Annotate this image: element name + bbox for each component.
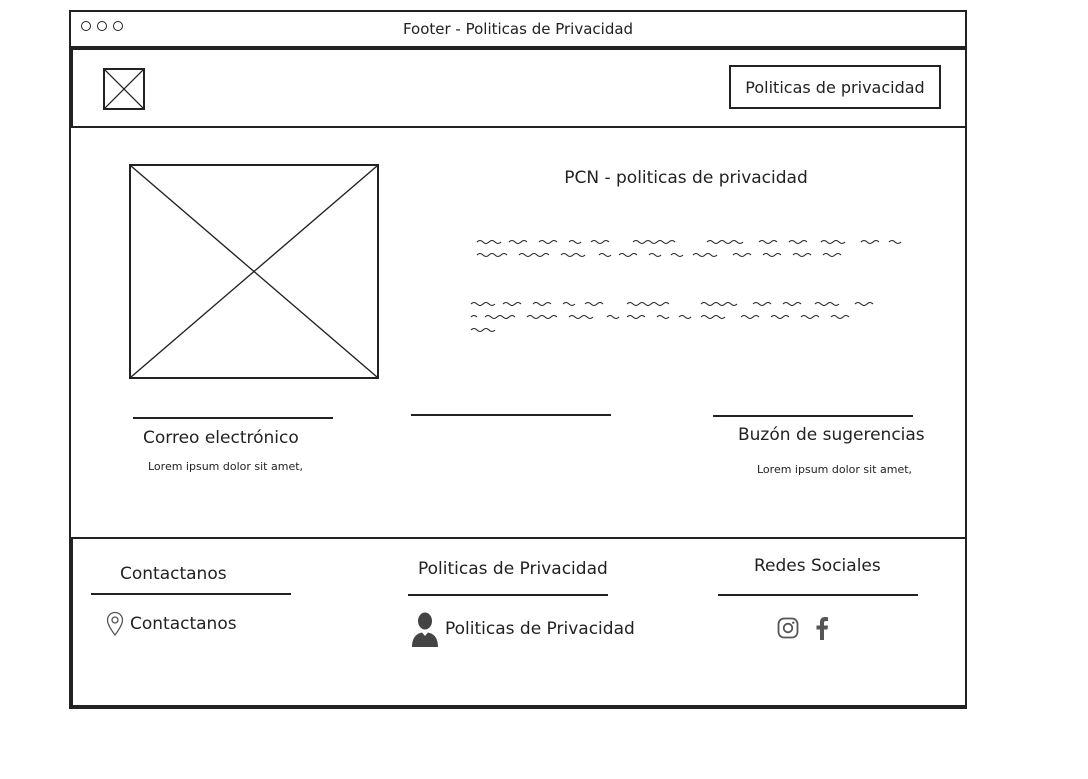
footer-divider-social [718,594,918,596]
footer-divider-contact [91,593,291,595]
paragraph-placeholder-1 [476,240,902,257]
email-text: Lorem ipsum dolor sit amet, [148,460,304,473]
contact-link-label: Contactanos [130,614,237,634]
image-placeholder [129,164,379,379]
facebook-icon[interactable] [815,616,829,644]
divider-middle [411,414,611,416]
image-placeholder-icon [131,166,377,377]
email-title: Correo electrónico [143,428,299,448]
window-title: Footer - Politicas de Privacidad [402,20,634,38]
user-icon [411,611,439,647]
privacy-link[interactable]: Politicas de Privacidad [411,611,635,647]
suggestions-text: Lorem ipsum dolor sit amet, [757,463,913,476]
footer-heading-social: Redes Sociales [754,556,881,576]
footer-heading-privacy: Politicas de Privacidad [418,559,608,579]
image-placeholder-icon[interactable] [103,68,145,110]
instagram-icon[interactable] [777,617,799,643]
divider-suggestions [713,415,913,417]
social-icons [777,616,829,644]
suggestions-title: Buzón de sugerencias [738,425,925,445]
location-pin-icon [106,611,124,637]
page-footer: Contactanos Contactanos Politicas de Pri… [71,537,967,707]
contact-link[interactable]: Contactanos [106,611,237,637]
paragraph-placeholder-2 [470,302,874,332]
title-bar: Footer - Politicas de Privacidad [71,12,965,48]
privacy-link-label: Politicas de Privacidad [445,619,635,639]
footer-divider-privacy [408,594,608,596]
footer-heading-contact: Contactanos [120,564,227,584]
section-title: PCN - politicas de privacidad [564,168,808,188]
page-header: Politicas de privacidad [71,48,967,128]
privacy-policy-nav-button[interactable]: Politicas de privacidad [729,65,941,109]
browser-window: Footer - Politicas de Privacidad Politic… [69,10,967,709]
divider-email [133,417,333,419]
